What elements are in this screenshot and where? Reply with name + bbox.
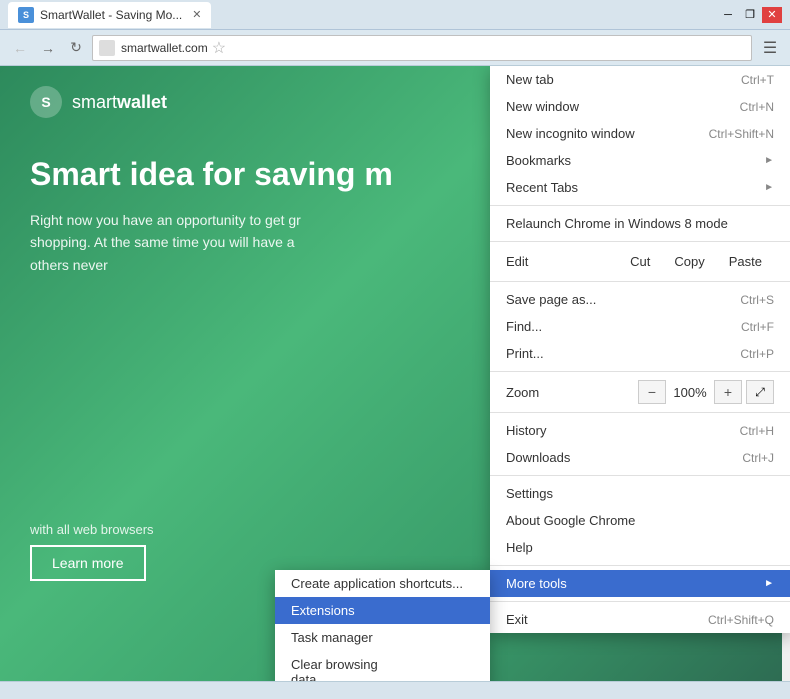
chrome-menu-button[interactable]: ☰ [758, 36, 782, 60]
close-button[interactable]: ✕ [762, 7, 782, 23]
zoom-percent: 100% [670, 385, 710, 400]
restore-button[interactable]: ❐ [740, 7, 760, 23]
menu-item-recent-tabs[interactable]: Recent Tabs ► [490, 174, 790, 201]
menu-item-new-window[interactable]: New window Ctrl+N [490, 93, 790, 120]
tab-title: SmartWallet - Saving Mo... [40, 8, 182, 22]
menu-item-bookmarks[interactable]: Bookmarks ► [490, 147, 790, 174]
menu-item-exit[interactable]: Exit Ctrl+Shift+Q [490, 606, 790, 633]
menu-divider-1 [490, 205, 790, 206]
menu-item-history[interactable]: History Ctrl+H [490, 417, 790, 444]
menu-item-help[interactable]: Help [490, 534, 790, 561]
fullscreen-button[interactable]: ⤢ [746, 380, 774, 404]
menu-item-incognito[interactable]: New incognito window Ctrl+Shift+N [490, 120, 790, 147]
address-bar[interactable]: smartwallet.com ☆ [92, 35, 752, 61]
zoom-in-button[interactable]: + [714, 380, 742, 404]
tab-close-button[interactable]: ✕ [192, 8, 201, 21]
tab-favicon: S [18, 7, 34, 23]
page-content: S smartwallet Smart idea for saving m Ri… [0, 66, 790, 681]
menu-divider-8 [490, 601, 790, 602]
submenu-item-extensions[interactable]: Extensions [275, 597, 490, 624]
menu-zoom-row: Zoom − 100% + ⤢ [490, 376, 790, 408]
brand-name: smartwallet [72, 92, 167, 113]
menu-item-downloads[interactable]: Downloads Ctrl+J [490, 444, 790, 471]
menu-divider-6 [490, 475, 790, 476]
menu-item-find[interactable]: Find... Ctrl+F [490, 313, 790, 340]
zoom-out-button[interactable]: − [638, 380, 666, 404]
menu-divider-3 [490, 281, 790, 282]
address-text: smartwallet.com [121, 41, 208, 55]
menu-divider-2 [490, 241, 790, 242]
submenu-item-task-manager[interactable]: Task manager Shift+Esc [275, 624, 490, 651]
edit-paste-button[interactable]: Paste [717, 250, 774, 273]
bookmark-star-icon[interactable]: ☆ [212, 38, 226, 58]
page-icon [99, 40, 115, 56]
menu-edit-row: Edit Cut Copy Paste [490, 246, 790, 277]
submenu-item-create-shortcuts[interactable]: Create application shortcuts... [275, 570, 490, 597]
menu-item-new-tab[interactable]: New tab Ctrl+T [490, 66, 790, 93]
menu-item-relaunch[interactable]: Relaunch Chrome in Windows 8 mode [490, 210, 790, 237]
title-bar: S SmartWallet - Saving Mo... ✕ ─ ❐ ✕ [0, 0, 790, 30]
nav-bar: ← → ↻ smartwallet.com ☆ ☰ [0, 30, 790, 66]
forward-button[interactable]: → [36, 36, 60, 60]
learn-more-button[interactable]: Learn more [30, 545, 146, 581]
menu-item-settings[interactable]: Settings [490, 480, 790, 507]
menu-divider-4 [490, 371, 790, 372]
menu-item-more-tools[interactable]: More tools ► Create application shortcut… [490, 570, 790, 597]
edit-cut-button[interactable]: Cut [618, 250, 662, 273]
edit-copy-button[interactable]: Copy [662, 250, 716, 273]
browser-window: S SmartWallet - Saving Mo... ✕ ─ ❐ ✕ ← →… [0, 0, 790, 699]
smartwallet-header: S smartwallet [30, 86, 167, 118]
active-tab[interactable]: S SmartWallet - Saving Mo... ✕ [8, 2, 211, 28]
menu-item-about[interactable]: About Google Chrome [490, 507, 790, 534]
menu-item-print[interactable]: Print... Ctrl+P [490, 340, 790, 367]
reload-button[interactable]: ↻ [64, 36, 88, 60]
brand-logo: S [30, 86, 62, 118]
status-bar [0, 681, 790, 699]
menu-divider-7 [490, 565, 790, 566]
submenu-item-clear-browsing[interactable]: Clear browsing data... Ctrl+Shift+Del [275, 651, 490, 681]
window-controls: ─ ❐ ✕ [718, 7, 782, 23]
menu-item-save-page[interactable]: Save page as... Ctrl+S [490, 286, 790, 313]
more-tools-submenu: Create application shortcuts... Extensio… [275, 570, 490, 681]
minimize-button[interactable]: ─ [718, 7, 738, 23]
chrome-main-menu: New tab Ctrl+T New window Ctrl+N New inc… [490, 66, 790, 633]
menu-divider-5 [490, 412, 790, 413]
back-button[interactable]: ← [8, 36, 32, 60]
